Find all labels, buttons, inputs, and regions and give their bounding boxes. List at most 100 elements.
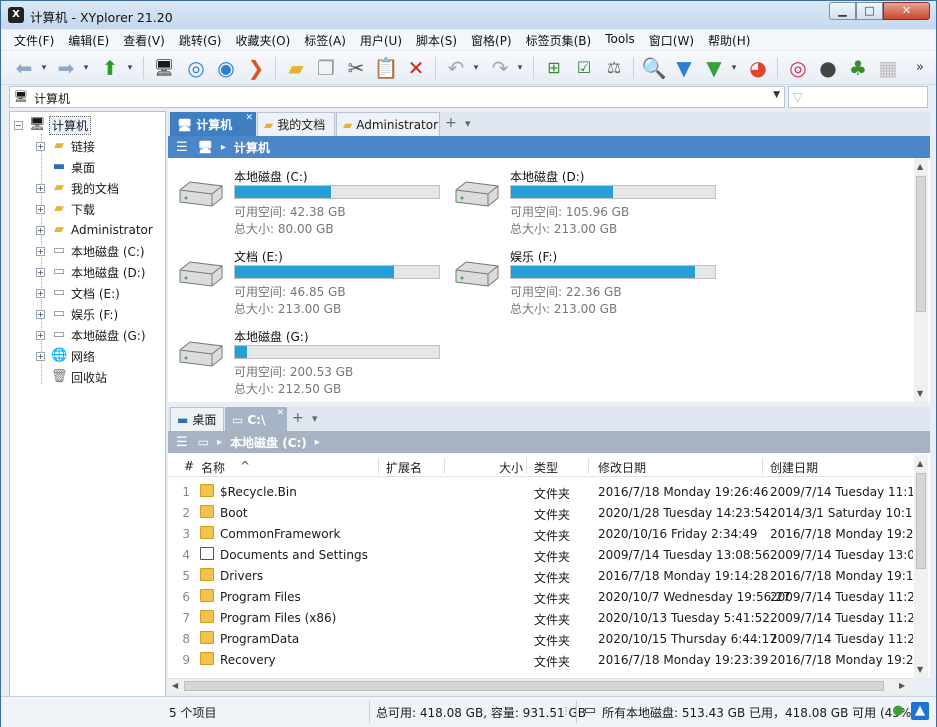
column-name[interactable]: 名称 xyxy=(201,459,225,476)
undo-dropdown-icon[interactable]: ▾ xyxy=(471,55,481,81)
computer-icon[interactable]: 🖥 xyxy=(151,55,177,81)
search-icon[interactable]: 🔍 xyxy=(641,55,667,81)
cut-icon[interactable]: ✂ xyxy=(343,55,369,81)
find-icon[interactable]: ◉ xyxy=(213,55,239,81)
column-extension[interactable]: 扩展名 xyxy=(386,459,422,476)
tree-item-network[interactable]: + 🌐 网络 xyxy=(36,346,95,366)
address-bar[interactable]: 🖥 计算机 ▼ xyxy=(9,86,785,108)
menu-panes[interactable]: 窗格(P) xyxy=(464,30,519,50)
up-dropdown-icon[interactable]: ▾ xyxy=(125,55,135,81)
redo-dropdown-icon[interactable]: ▾ xyxy=(515,55,525,81)
breadcrumb-item[interactable]: 计算机 xyxy=(234,139,270,156)
table-row[interactable]: 4 Documents and Settings 文件夹 2009/7/14 Tues… xyxy=(168,544,913,565)
forward-dropdown-icon[interactable]: ▾ xyxy=(81,55,91,81)
up-arrow-icon[interactable]: ⬆ xyxy=(97,55,123,81)
computer-icon[interactable]: 🖥 xyxy=(198,140,213,154)
filter-dropdown-icon[interactable]: ▾ xyxy=(729,55,739,81)
tree-item-drive-c[interactable]: + ▭ 本地磁盘 (C:) xyxy=(36,241,145,261)
scroll-up-icon[interactable]: ▲ xyxy=(917,162,923,171)
tab-close-icon[interactable]: ✕ xyxy=(276,408,284,418)
tree-item-drive-g[interactable]: + ▭ 本地磁盘 (G:) xyxy=(36,325,146,345)
forward-arrow-icon[interactable]: ➡ xyxy=(53,55,79,81)
redo-icon[interactable]: ↷ xyxy=(487,55,513,81)
scroll-up-icon[interactable]: ▲ xyxy=(917,459,923,468)
menu-tools[interactable]: Tools xyxy=(598,30,642,50)
menu-icon[interactable]: ☰ xyxy=(176,140,188,155)
table-row[interactable]: 5 Drivers 文件夹 2016/7/18 Monday 19:14:28 2016… xyxy=(168,565,913,586)
column-number[interactable]: # xyxy=(184,459,194,473)
expand-icon[interactable]: + xyxy=(36,330,45,340)
spiral-icon[interactable]: ◎ xyxy=(785,55,811,81)
filter-green-icon[interactable]: ▼ xyxy=(701,55,727,81)
tab-drive-c[interactable]: ▭ C:\ ✕ xyxy=(225,407,287,431)
tab-administrator[interactable]: ▰ Administrator xyxy=(336,112,440,136)
filter-input[interactable]: ▽ xyxy=(788,86,928,108)
table-row[interactable]: 3 CommonFramework 文件夹 2020/10/16 Friday 2:3… xyxy=(168,523,913,544)
pane2-vertical-scrollbar[interactable]: ▲ ▼ xyxy=(914,455,928,678)
tab-my-documents[interactable]: ▰ 我的文档 xyxy=(257,112,335,136)
back-dropdown-icon[interactable]: ▾ xyxy=(39,55,49,81)
expand-icon[interactable]: + xyxy=(36,351,45,361)
breadcrumb-separator[interactable]: ▸ xyxy=(315,437,320,448)
tree-item-recycle-bin[interactable]: 🗑 回收站 xyxy=(51,367,107,387)
menu-user[interactable]: 用户(U) xyxy=(353,30,409,50)
goto-icon[interactable]: ❯ xyxy=(243,55,269,81)
pie-icon[interactable]: ◕ xyxy=(745,55,771,81)
scroll-thumb[interactable] xyxy=(916,176,926,312)
checkbox-icon[interactable]: ☑ xyxy=(571,55,597,81)
drive-item-e[interactable]: 文档 (E:) 可用空间: 46.85 GB 总大小: 213.00 GB xyxy=(176,248,446,318)
breadcrumb-separator[interactable]: ▸ xyxy=(221,142,226,153)
tree-item-drive-d[interactable]: + ▭ 本地磁盘 (D:) xyxy=(36,262,145,282)
delete-icon[interactable]: ✕ xyxy=(403,55,429,81)
minimize-button[interactable]: ▁ xyxy=(829,2,856,20)
table-row[interactable]: 1 $Recycle.Bin 文件夹 2016/7/18 Monday 19:26:4… xyxy=(168,481,913,502)
tree-item-administrator[interactable]: + ▰ Administrator xyxy=(36,220,153,240)
weight-icon[interactable]: ⚖ xyxy=(601,55,627,81)
column-type[interactable]: 类型 xyxy=(534,459,558,476)
expand-icon[interactable]: + xyxy=(36,183,45,193)
menu-view[interactable]: 查看(V) xyxy=(116,30,172,50)
filter-icon[interactable]: ▼ xyxy=(671,55,697,81)
add-tab-button[interactable]: + xyxy=(292,410,304,426)
table-row[interactable]: 7 Program Files (x86) 文件夹 2020/10/13 Tuesda… xyxy=(168,607,913,628)
tree-item-drive-e[interactable]: + ▭ 文档 (E:) xyxy=(36,283,120,303)
expand-icon[interactable]: + xyxy=(36,141,45,151)
expand-icon[interactable]: + xyxy=(36,225,45,235)
tree-item-drive-f[interactable]: + ▭ 娱乐 (F:) xyxy=(36,304,118,324)
menu-edit[interactable]: 编辑(E) xyxy=(61,30,116,50)
menu-icon[interactable]: ☰ xyxy=(176,435,188,450)
status-green-icon[interactable]: ● xyxy=(889,702,907,720)
panel-toggle-icon[interactable]: ▲ xyxy=(911,702,929,720)
drive-item-c[interactable]: 本地磁盘 (C:) 可用空间: 42.38 GB 总大小: 80.00 GB xyxy=(176,168,446,238)
scroll-down-icon[interactable]: ▼ xyxy=(917,665,923,674)
menu-go[interactable]: 跳转(G) xyxy=(172,30,229,50)
app-icon[interactable]: X xyxy=(8,7,24,23)
menu-scripting[interactable]: 脚本(S) xyxy=(409,30,464,50)
menu-tabsets[interactable]: 标签页集(B) xyxy=(519,30,599,50)
toolbar-more-icon[interactable]: » xyxy=(907,55,933,81)
tree-item-computer[interactable]: − 🖥 计算机 xyxy=(14,115,92,135)
back-arrow-icon[interactable]: ⬅ xyxy=(11,55,37,81)
moon-icon[interactable]: ● xyxy=(815,55,841,81)
tab-desktop[interactable]: ▬ 桌面 xyxy=(170,407,224,431)
tab-menu-icon[interactable]: ▾ xyxy=(465,117,471,130)
scroll-thumb[interactable] xyxy=(916,473,926,569)
breadcrumb-separator[interactable]: ▸ xyxy=(217,437,222,448)
scroll-thumb[interactable] xyxy=(184,681,884,691)
target-icon[interactable]: ◎ xyxy=(183,55,209,81)
column-size[interactable]: 大小 xyxy=(499,459,523,476)
tab-menu-icon[interactable]: ▾ xyxy=(312,412,318,425)
tab-close-icon[interactable]: ✕ xyxy=(245,113,253,123)
tree-item-desktop[interactable]: ▬ 桌面 xyxy=(51,157,95,177)
expand-icon[interactable]: + xyxy=(36,288,45,298)
column-created[interactable]: 创建日期 xyxy=(770,459,818,476)
expand-icon[interactable]: + xyxy=(36,267,45,277)
menu-favorites[interactable]: 收藏夹(O) xyxy=(228,30,297,50)
menu-window[interactable]: 窗口(W) xyxy=(642,30,701,50)
undo-icon[interactable]: ↶ xyxy=(443,55,469,81)
add-tab-button[interactable]: + xyxy=(445,115,457,131)
pane1-drive-list[interactable]: 本地磁盘 (C:) 可用空间: 42.38 GB 总大小: 80.00 GB 本… xyxy=(168,158,930,402)
drive-item-d[interactable]: 本地磁盘 (D:) 可用空间: 105.96 GB 总大小: 213.00 GB xyxy=(452,168,722,238)
collapse-icon[interactable]: − xyxy=(14,120,23,130)
menu-help[interactable]: 帮助(H) xyxy=(701,30,757,50)
